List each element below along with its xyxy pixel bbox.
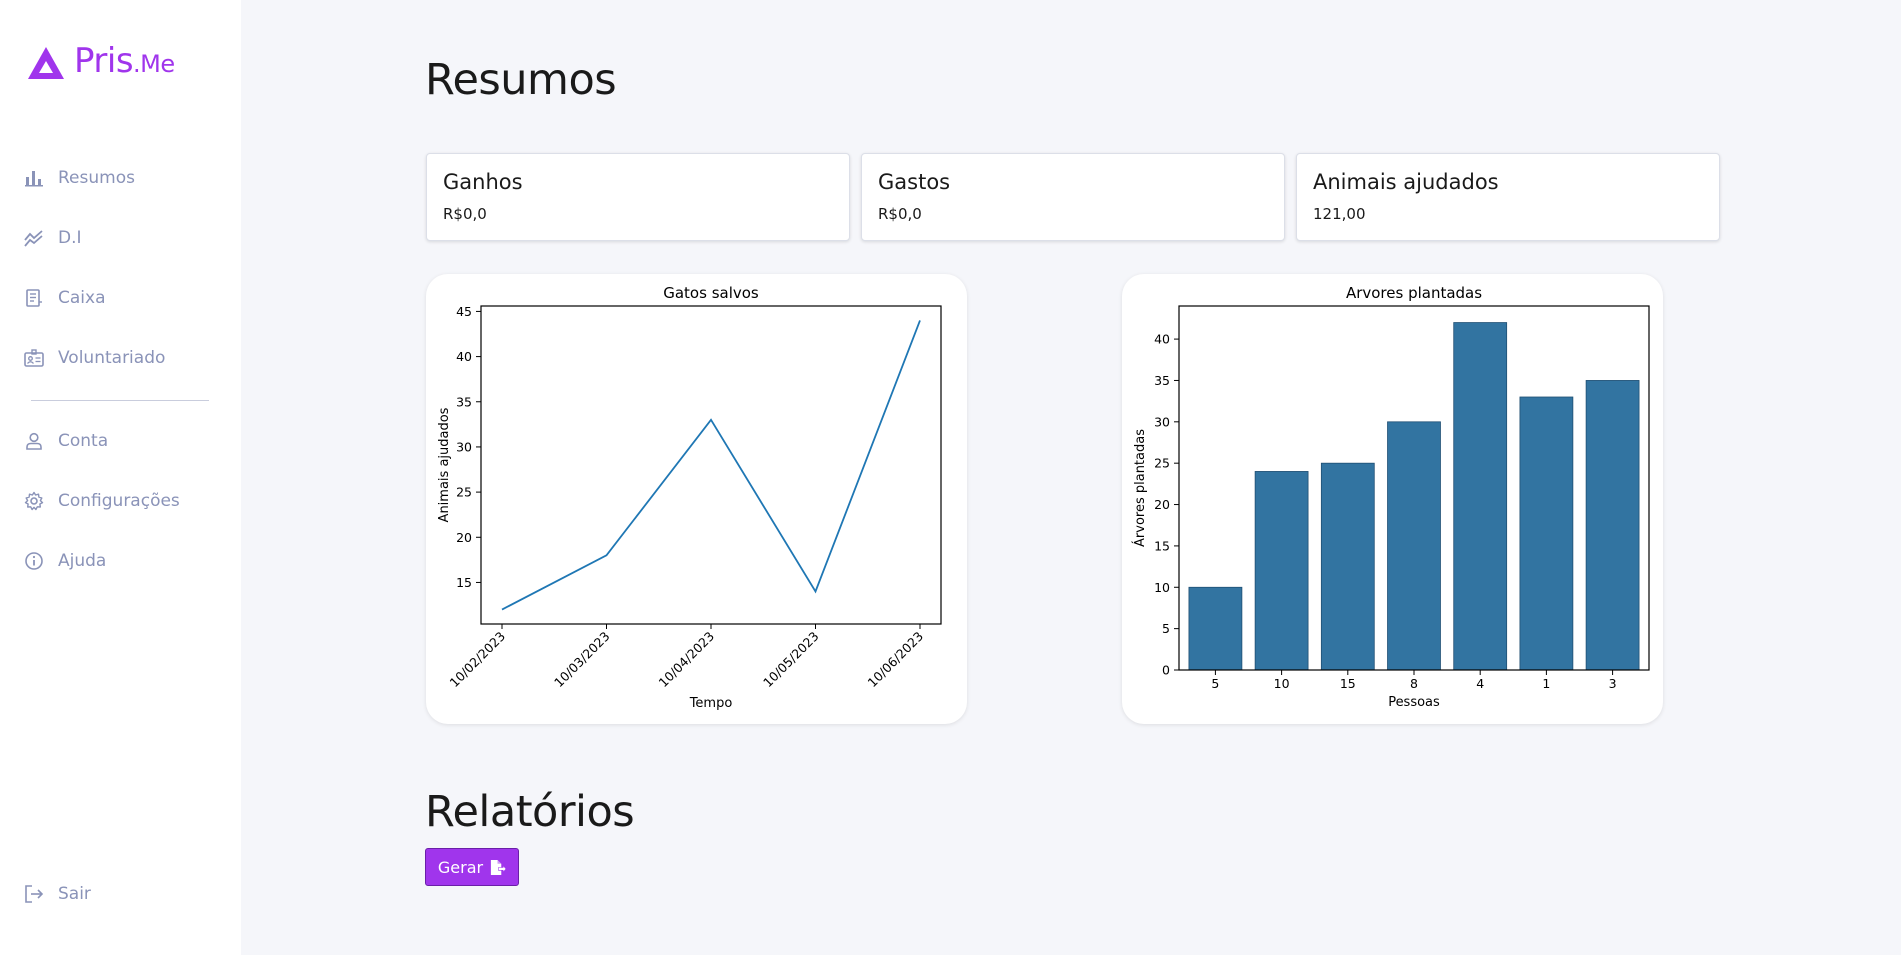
- bar: [1453, 322, 1508, 671]
- sidebar-item-caixa[interactable]: Caixa: [24, 283, 106, 313]
- summary-card-ganhos: Ganhos R$0,0: [426, 153, 850, 241]
- plot-frame: [480, 305, 942, 625]
- sidebar-item-configuracoes[interactable]: Configurações: [24, 486, 180, 516]
- file-export-icon: [490, 859, 507, 875]
- y-tick-label: 40: [456, 349, 472, 364]
- sidebar-item-label: Configurações: [58, 491, 180, 511]
- logout-icon: [25, 885, 44, 903]
- line-series: [501, 320, 921, 611]
- bar: [1585, 380, 1640, 671]
- y-tick-label: 35: [1154, 373, 1170, 388]
- y-tick-label: 20: [1154, 497, 1170, 512]
- chart-title: Gatos salvos: [663, 284, 759, 302]
- bar: [1387, 421, 1441, 671]
- card-title: Gastos: [878, 170, 951, 194]
- sidebar-divider: [31, 400, 209, 401]
- trend-lines-icon: [24, 230, 43, 247]
- sidebar-item-label: Voluntariado: [58, 348, 166, 368]
- y-tick-label: 45: [456, 304, 472, 319]
- logo[interactable]: Pris.Me: [26, 42, 175, 83]
- bar-chart-card: Arvores plantadas 0 5 10 15 20 25 30 35 40 5 10 15 8 4…: [1122, 274, 1663, 724]
- x-tick-label: 5: [1211, 676, 1219, 691]
- card-title: Ganhos: [443, 170, 523, 194]
- y-tick-label: 40: [1154, 332, 1170, 347]
- x-tick-label: 15: [1340, 676, 1356, 691]
- y-tick-label: 20: [456, 530, 472, 545]
- y-tick-label: 25: [456, 485, 472, 500]
- sidebar-item-label: Resumos: [58, 168, 135, 188]
- y-tick-label: 15: [456, 575, 472, 590]
- card-value: 121,00: [1313, 205, 1366, 223]
- receipt-icon: [26, 289, 42, 307]
- line-chart-card: Gatos salvos 15 20 25 30 35 40 45 10/02/2023 10/0…: [426, 274, 967, 724]
- x-axis-label: Pessoas: [1388, 695, 1440, 710]
- x-tick-label: 1: [1542, 676, 1550, 691]
- bar: [1519, 396, 1574, 671]
- sidebar-item-sair[interactable]: Sair: [24, 879, 91, 909]
- card-value: R$0,0: [878, 205, 922, 223]
- summary-card-animais: Animais ajudados 121,00: [1296, 153, 1720, 241]
- logo-text: Pris.Me: [74, 41, 175, 81]
- page-title: Resumos: [425, 55, 617, 105]
- y-tick-label: 35: [456, 394, 472, 409]
- triangle-logo-icon: [28, 47, 64, 79]
- sidebar-item-di[interactable]: D.I: [24, 223, 82, 253]
- x-tick-label: 10/04/2023: [656, 629, 718, 691]
- info-icon: [25, 552, 43, 570]
- bar-chart-icon: [25, 171, 43, 187]
- sidebar-item-conta[interactable]: Conta: [24, 426, 108, 456]
- x-tick-label: 4: [1476, 676, 1484, 691]
- sidebar-item-label: Ajuda: [58, 551, 107, 571]
- y-tick-label: 25: [1154, 456, 1170, 471]
- y-tick-label: 30: [1154, 414, 1170, 429]
- chart-title: Arvores plantadas: [1346, 284, 1482, 302]
- gear-icon: [24, 491, 44, 511]
- x-tick-label: 10/03/2023: [551, 629, 613, 691]
- x-tick-label: 3: [1609, 676, 1617, 691]
- y-tick-label: 15: [1154, 538, 1170, 553]
- x-tick-label: 10/06/2023: [865, 629, 927, 691]
- y-tick-label: 30: [456, 439, 472, 454]
- y-axis-label: Árvores plantadas: [1132, 429, 1148, 547]
- sidebar-item-label: Caixa: [58, 288, 106, 308]
- summary-card-gastos: Gastos R$0,0: [861, 153, 1285, 241]
- sidebar-item-label: Conta: [58, 431, 109, 451]
- reports-title: Relatórios: [425, 787, 635, 837]
- sidebar-item-voluntariado[interactable]: Voluntariado: [24, 343, 165, 373]
- sidebar: Pris.Me Resumos D.I Caixa Voluntariado C…: [0, 0, 241, 955]
- y-tick-label: 10: [1154, 580, 1170, 595]
- id-card-icon: [24, 349, 44, 367]
- generate-report-button[interactable]: Gerar: [425, 848, 519, 886]
- sidebar-item-label: D.I: [58, 228, 82, 248]
- sidebar-item-ajuda[interactable]: Ajuda: [24, 546, 106, 576]
- x-axis-label: Tempo: [689, 696, 733, 711]
- bar: [1254, 471, 1309, 671]
- y-tick-label: 0: [1162, 663, 1170, 678]
- user-icon: [26, 432, 42, 450]
- card-value: R$0,0: [443, 205, 487, 223]
- card-title: Animais ajudados: [1313, 170, 1499, 194]
- y-axis-label: Animais ajudados: [437, 407, 452, 522]
- generate-button-label: Gerar: [437, 857, 484, 877]
- bar: [1320, 462, 1375, 671]
- x-tick-label: 10/05/2023: [760, 629, 822, 691]
- sidebar-item-resumos[interactable]: Resumos: [24, 163, 135, 193]
- x-tick-label: 10: [1274, 676, 1290, 691]
- bar-chart: Arvores plantadas 0 5 10 15 20 25 30 35 40 5 10 15 8 4…: [1132, 284, 1650, 710]
- x-tick-label: 8: [1410, 676, 1418, 691]
- line-chart: Gatos salvos 15 20 25 30 35 40 45 10/02/2023 10/0…: [437, 284, 942, 711]
- sidebar-item-label: Sair: [58, 884, 91, 904]
- bar: [1188, 586, 1243, 671]
- x-tick-label: 10/02/2023: [447, 629, 509, 691]
- y-tick-label: 5: [1162, 621, 1170, 636]
